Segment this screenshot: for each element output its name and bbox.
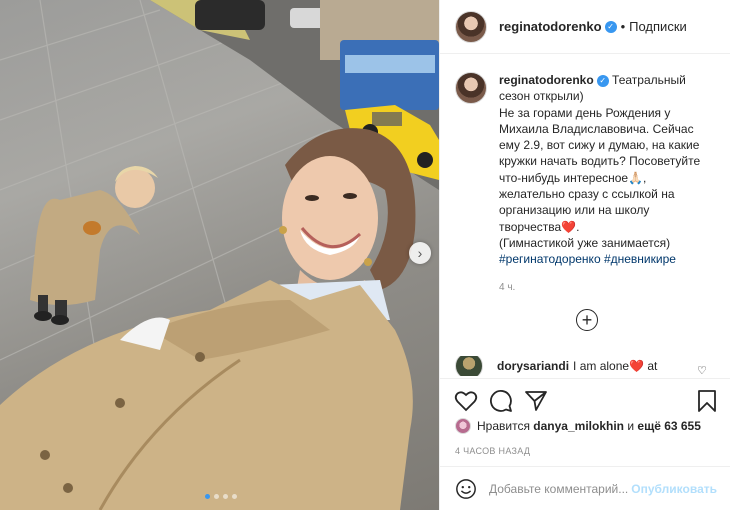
publish-button[interactable]: Опубликовать [631,482,717,496]
likes-count-link[interactable]: ещё 63 655 [637,419,701,433]
plus-circle-icon: + [581,310,593,330]
post-photo[interactable]: › [0,0,439,510]
liker-avatar[interactable] [455,418,471,434]
caption-author-avatar[interactable] [455,72,487,104]
likes-conjunction: и [627,419,635,433]
photo-scene [0,0,439,510]
chevron-right-icon: › [417,245,423,261]
caption-body: Театральный сезон открыли) Не за горами де… [499,73,700,250]
caption-line: (Гимнастикой уже занимается) [499,235,671,250]
commenter-username[interactable]: dorysariandi [497,359,569,373]
bookmark-icon[interactable] [695,389,719,413]
commenter-avatar[interactable] [455,356,483,376]
author-avatar[interactable] [455,10,487,43]
author-username[interactable]: reginatodorenko [499,19,602,34]
caption-hashtags[interactable]: #регинатодоренко #дневникире [499,252,676,266]
caption-line: организацию или на школу [499,203,650,218]
caption-line: ему 2.9, вот сижу и думаю, на какие [499,138,700,153]
carousel-dot [223,494,228,499]
load-more-comments-button[interactable]: + [576,309,598,331]
carousel-dot [205,494,210,499]
comment-icon[interactable] [489,389,513,413]
caption-line: Михаила Владиславовича. Сейчас [499,121,694,136]
post-side-panel: reginatodorenko ✓ • Подписки reginatodor… [439,0,730,510]
liker-username[interactable]: danya_milokhin [533,419,624,433]
carousel-dot [214,494,219,499]
likes-summary: Нравится danya_milokhin и ещё 63 655 [455,418,701,434]
heart-icon[interactable] [454,389,478,413]
following-button[interactable]: Подписки [629,19,687,34]
likes-prefix: Нравится [477,419,530,433]
caption-line: Не за горами день Рождения у [499,105,671,120]
caption-line: сезон открыли) [499,89,584,104]
comment-item: dorysariandi I am alone❤️ at [455,356,725,376]
comment-text: I am alone❤️ at [573,359,658,373]
verified-badge-icon: ✓ [596,74,609,87]
caption-line: желательно сразу с ссылкой на [499,187,675,202]
caption-line: Театральный [612,73,686,87]
post-caption: reginatodorenko ✓ Театральный сезон открыл… [455,72,725,293]
verified-badge-icon: ✓ [604,20,617,33]
caption-username[interactable]: reginatodorenko [499,73,594,87]
caption-time: 4 ч. [499,281,516,293]
caption-line: что-нибудь интересное🙏🏻, [499,170,647,185]
header-separator: • [620,19,626,34]
carousel-dot [232,494,237,499]
emoji-icon[interactable] [455,478,477,500]
post-actions-bar [440,378,730,422]
caption-line: творчества❤️. [499,219,580,234]
carousel-dots [205,494,237,499]
comment-input[interactable] [489,481,629,496]
caption-text: reginatodorenko ✓ Театральный сезон открыл… [499,72,725,268]
post-header: reginatodorenko ✓ • Подписки [440,0,730,54]
caption-line: кружки начать водить? Посоветуйте [499,154,701,169]
add-comment-bar: Опубликовать [440,466,730,510]
comment-like-heart-icon[interactable]: ♡ [697,364,707,377]
carousel-next-button[interactable]: › [409,242,431,264]
post-timestamp[interactable]: 4 ЧАСОВ НАЗАД [455,446,530,456]
send-icon[interactable] [524,389,548,413]
